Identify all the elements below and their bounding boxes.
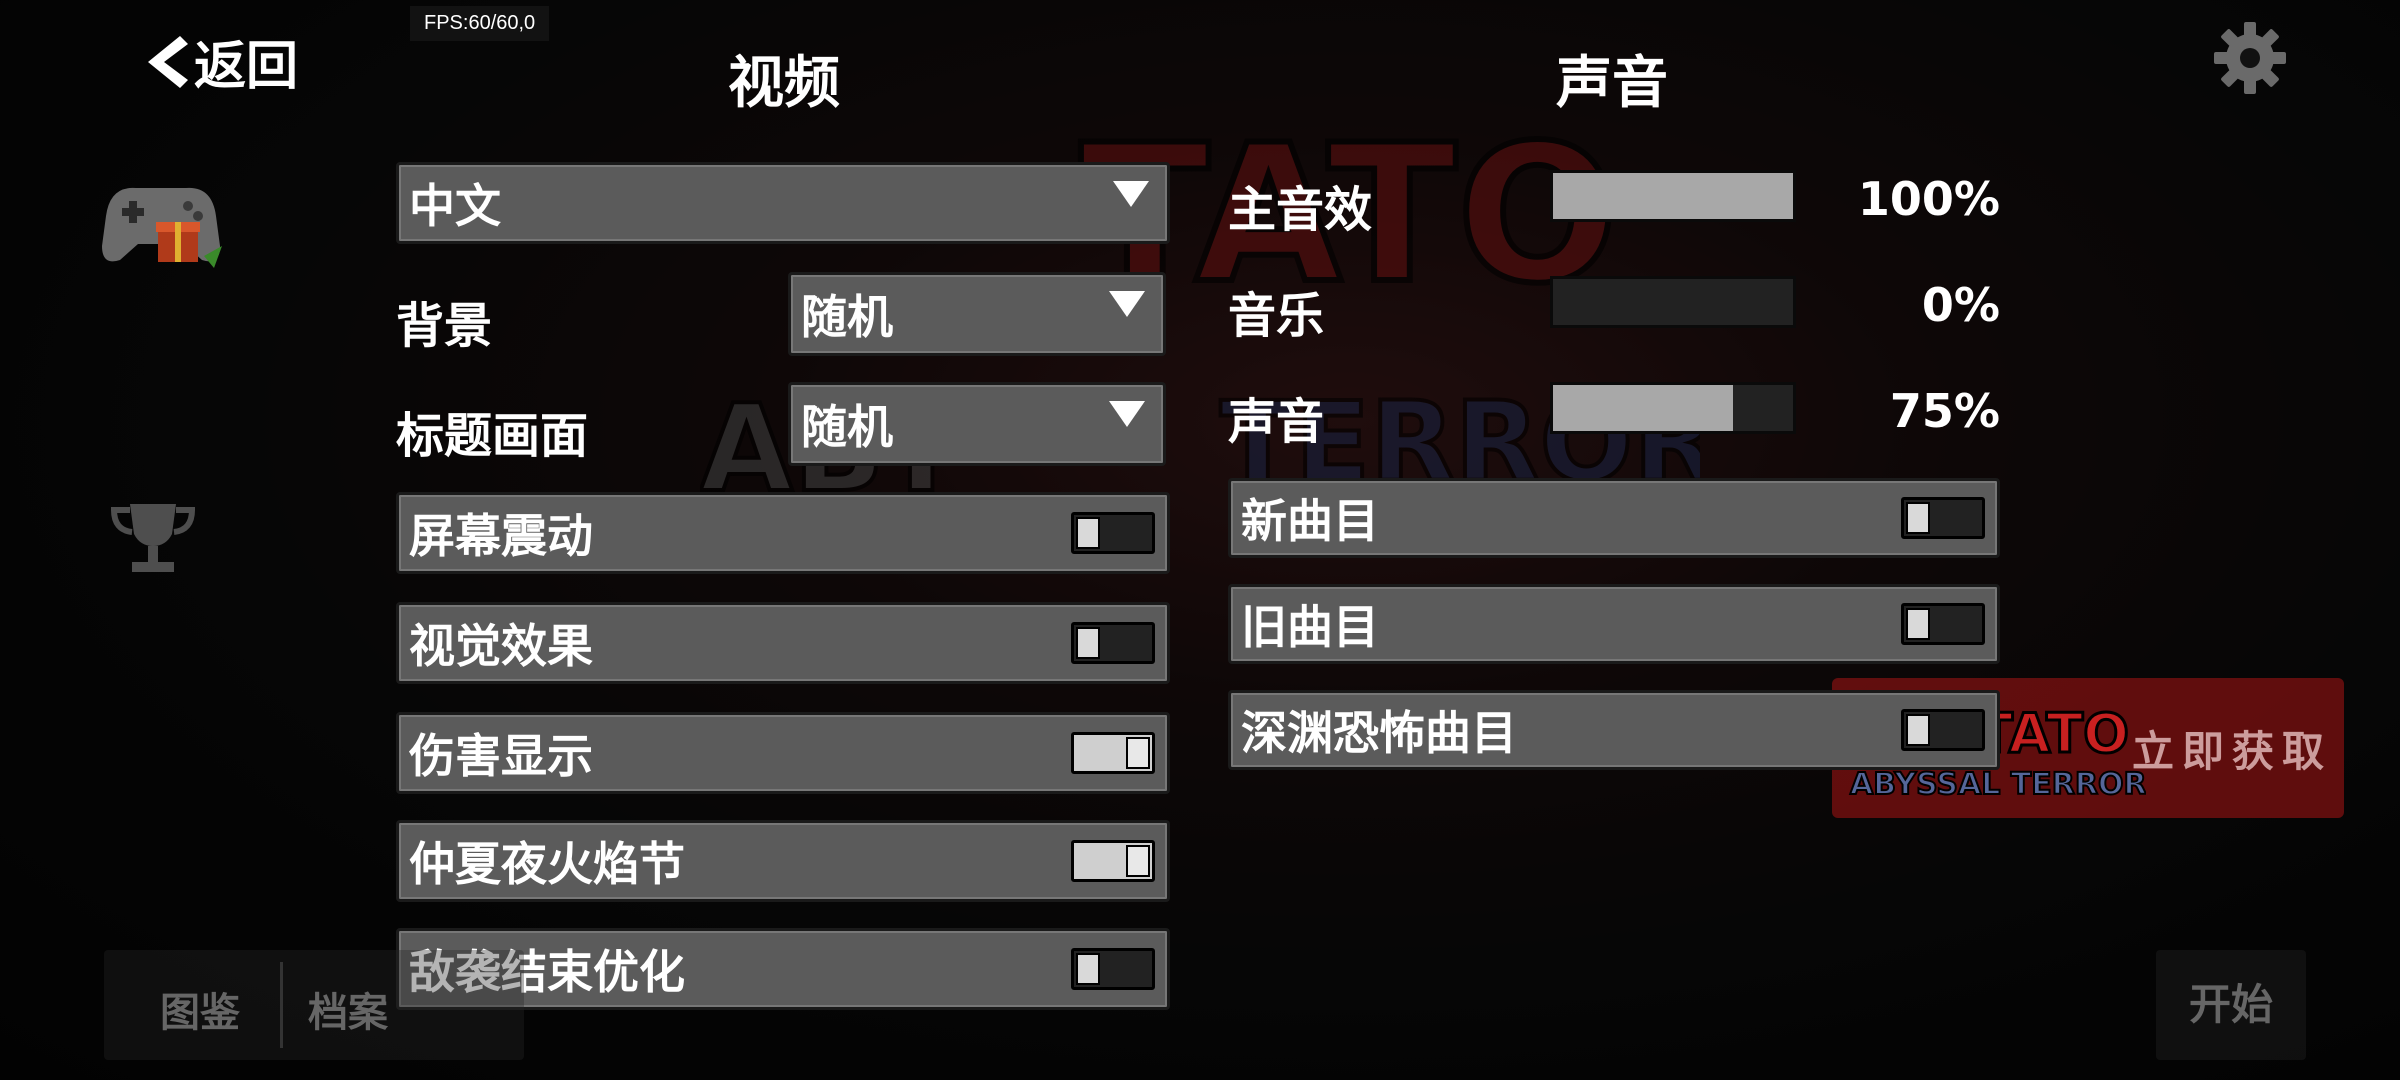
- master-volume-value: 100%: [1857, 172, 2000, 226]
- master-volume-label: 主音效: [1228, 182, 1373, 238]
- toggle-label: 伤害显示: [409, 729, 593, 783]
- background-label: 背景: [396, 298, 493, 354]
- toggle-knob: [1906, 502, 1930, 534]
- trophy-icon[interactable]: [110, 500, 196, 576]
- background-overlay: [0, 0, 2400, 1080]
- master-volume-slider[interactable]: [1550, 170, 1796, 222]
- toggle-knob: [1126, 737, 1150, 769]
- new-tracks-row[interactable]: 新曲目: [1228, 478, 2000, 558]
- title-screen-value: 随机: [801, 400, 893, 454]
- screen-shake-toggle[interactable]: [1071, 512, 1155, 554]
- fps-counter: FPS:60/60,0: [410, 6, 550, 41]
- toggle-knob: [1076, 953, 1100, 985]
- music-volume-slider[interactable]: [1550, 276, 1796, 328]
- toggle-label: 旧曲目: [1241, 600, 1379, 654]
- midsummer-festival-toggle[interactable]: [1071, 840, 1155, 882]
- dropdown-arrow-icon: [1109, 291, 1145, 317]
- gear-icon[interactable]: [2212, 20, 2288, 96]
- start-button[interactable]: 开始: [2156, 950, 2306, 1060]
- toggle-knob: [1076, 627, 1100, 659]
- language-value: 中文: [409, 179, 501, 233]
- music-volume-value: 0%: [1921, 278, 2000, 332]
- visual-effects-toggle[interactable]: [1071, 622, 1155, 664]
- toggle-knob: [1906, 714, 1930, 746]
- dropdown-arrow-icon: [1109, 401, 1145, 427]
- old-tracks-toggle[interactable]: [1901, 603, 1985, 645]
- midsummer-festival-row[interactable]: 仲夏夜火焰节: [396, 820, 1170, 902]
- damage-display-row[interactable]: 伤害显示: [396, 712, 1170, 794]
- toggle-label: 仲夏夜火焰节: [409, 837, 685, 891]
- sound-volume-value: 75%: [1889, 384, 2000, 438]
- toggle-knob: [1906, 608, 1930, 640]
- audio-section-title: 声音: [1556, 51, 1668, 116]
- dlc-logo-bottom: ABYSSAL TERRORS: [1850, 767, 2146, 802]
- wave-end-optimization-toggle[interactable]: [1071, 948, 1155, 990]
- screen-shake-row[interactable]: 屏幕震动: [396, 492, 1170, 574]
- old-tracks-row[interactable]: 旧曲目: [1228, 584, 2000, 664]
- abyssal-tracks-toggle[interactable]: [1901, 709, 1985, 751]
- title-screen-label: 标题画面: [396, 408, 589, 464]
- new-tracks-toggle[interactable]: [1901, 497, 1985, 539]
- slider-fill: [1553, 173, 1793, 219]
- language-dropdown[interactable]: 中文: [396, 162, 1170, 244]
- music-volume-label: 音乐: [1228, 288, 1325, 344]
- toggle-knob: [1076, 517, 1100, 549]
- toggle-label: 新曲目: [1241, 494, 1379, 548]
- toggle-label: 屏幕震动: [409, 509, 593, 563]
- back-button[interactable]: 返回: [140, 24, 298, 99]
- visual-effects-row[interactable]: 视觉效果: [396, 602, 1170, 684]
- back-label: 返回: [194, 37, 299, 97]
- toggle-knob: [1126, 845, 1150, 877]
- background-dropdown[interactable]: 随机: [788, 272, 1166, 356]
- background-value: 随机: [801, 290, 893, 344]
- damage-display-toggle[interactable]: [1071, 732, 1155, 774]
- codex-tab[interactable]: 图鉴: [160, 980, 240, 1038]
- gamepad-gift-icon[interactable]: [96, 176, 226, 276]
- archive-tab[interactable]: 档案: [308, 980, 388, 1038]
- bottom-divider: [280, 962, 283, 1048]
- abyssal-tracks-row[interactable]: 深渊恐怖曲目: [1228, 690, 2000, 770]
- sound-volume-slider[interactable]: [1550, 382, 1796, 434]
- title-screen-dropdown[interactable]: 随机: [788, 382, 1166, 466]
- toggle-label: 深渊恐怖曲目: [1241, 706, 1517, 760]
- bottom-nav: 图鉴 档案: [104, 950, 524, 1060]
- dropdown-arrow-icon: [1113, 181, 1149, 207]
- sound-volume-label: 声音: [1228, 394, 1325, 450]
- video-section-title: 视频: [728, 51, 840, 116]
- chevron-left-icon: [148, 35, 188, 88]
- slider-fill: [1553, 385, 1733, 431]
- dlc-get-now: 立即获取: [2132, 727, 2333, 776]
- toggle-label: 视觉效果: [409, 619, 593, 673]
